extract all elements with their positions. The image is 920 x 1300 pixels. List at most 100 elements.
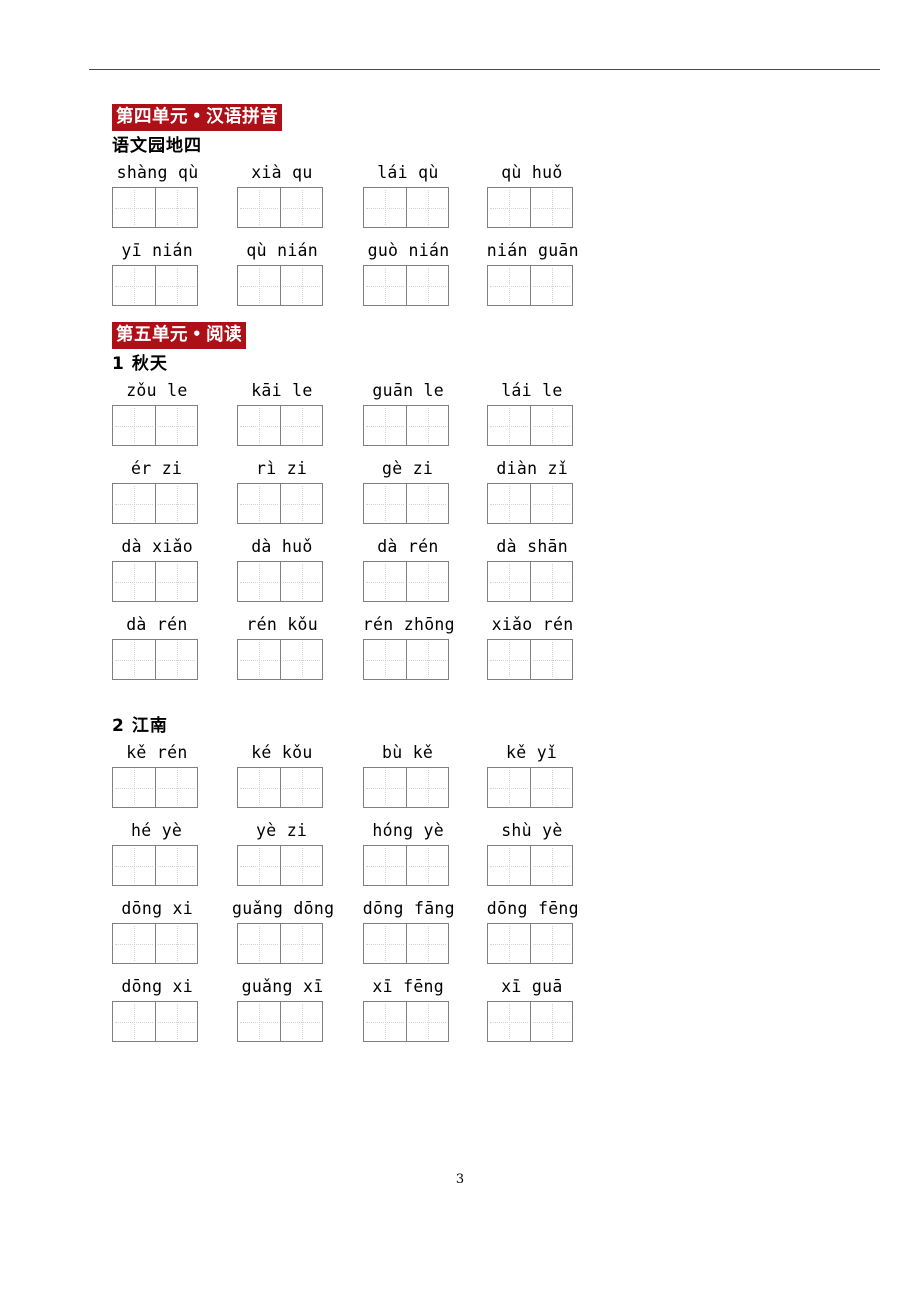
writing-box[interactable]	[112, 639, 198, 680]
writing-box-cell[interactable]	[280, 562, 322, 601]
writing-box[interactable]	[363, 187, 449, 228]
writing-box[interactable]	[237, 639, 323, 680]
writing-box-cell[interactable]	[406, 846, 448, 885]
writing-box-cell[interactable]	[406, 562, 448, 601]
writing-box-cell[interactable]	[530, 640, 572, 679]
writing-box[interactable]	[487, 1001, 573, 1042]
writing-box-cell[interactable]	[155, 562, 197, 601]
writing-box-cell[interactable]	[280, 484, 322, 523]
writing-box[interactable]	[487, 483, 573, 524]
writing-box-cell[interactable]	[488, 188, 530, 227]
writing-box[interactable]	[237, 923, 323, 964]
writing-box-cell[interactable]	[113, 484, 155, 523]
writing-box-cell[interactable]	[155, 924, 197, 963]
writing-box[interactable]	[487, 187, 573, 228]
writing-box-cell[interactable]	[406, 768, 448, 807]
writing-box-cell[interactable]	[113, 924, 155, 963]
writing-box-cell[interactable]	[113, 188, 155, 227]
writing-box[interactable]	[487, 405, 573, 446]
writing-box[interactable]	[363, 483, 449, 524]
writing-box[interactable]	[363, 639, 449, 680]
writing-box-cell[interactable]	[530, 846, 572, 885]
writing-box-cell[interactable]	[238, 188, 280, 227]
writing-box-cell[interactable]	[364, 768, 406, 807]
writing-box-cell[interactable]	[406, 406, 448, 445]
writing-box-cell[interactable]	[488, 484, 530, 523]
writing-box[interactable]	[363, 923, 449, 964]
writing-box-cell[interactable]	[406, 266, 448, 305]
writing-box-cell[interactable]	[530, 484, 572, 523]
writing-box-cell[interactable]	[238, 406, 280, 445]
writing-box[interactable]	[237, 561, 323, 602]
writing-box-cell[interactable]	[155, 768, 197, 807]
writing-box-cell[interactable]	[488, 1002, 530, 1041]
writing-box-cell[interactable]	[238, 484, 280, 523]
writing-box[interactable]	[487, 845, 573, 886]
writing-box-cell[interactable]	[364, 562, 406, 601]
writing-box[interactable]	[112, 483, 198, 524]
writing-box-cell[interactable]	[238, 924, 280, 963]
writing-box[interactable]	[112, 767, 198, 808]
writing-box-cell[interactable]	[280, 640, 322, 679]
writing-box[interactable]	[112, 561, 198, 602]
writing-box-cell[interactable]	[238, 846, 280, 885]
writing-box[interactable]	[237, 405, 323, 446]
writing-box-cell[interactable]	[530, 188, 572, 227]
writing-box-cell[interactable]	[280, 266, 322, 305]
writing-box-cell[interactable]	[113, 562, 155, 601]
writing-box-cell[interactable]	[488, 924, 530, 963]
writing-box[interactable]	[237, 265, 323, 306]
writing-box-cell[interactable]	[364, 924, 406, 963]
writing-box-cell[interactable]	[406, 1002, 448, 1041]
writing-box-cell[interactable]	[406, 188, 448, 227]
writing-box-cell[interactable]	[364, 188, 406, 227]
writing-box[interactable]	[363, 405, 449, 446]
writing-box-cell[interactable]	[280, 188, 322, 227]
writing-box-cell[interactable]	[238, 640, 280, 679]
writing-box[interactable]	[363, 1001, 449, 1042]
writing-box-cell[interactable]	[113, 768, 155, 807]
writing-box-cell[interactable]	[364, 266, 406, 305]
writing-box[interactable]	[487, 767, 573, 808]
writing-box[interactable]	[112, 923, 198, 964]
writing-box-cell[interactable]	[238, 266, 280, 305]
writing-box-cell[interactable]	[530, 924, 572, 963]
writing-box[interactable]	[363, 845, 449, 886]
writing-box-cell[interactable]	[113, 266, 155, 305]
writing-box-cell[interactable]	[488, 406, 530, 445]
writing-box-cell[interactable]	[113, 406, 155, 445]
writing-box[interactable]	[487, 923, 573, 964]
writing-box[interactable]	[487, 561, 573, 602]
writing-box-cell[interactable]	[364, 640, 406, 679]
writing-box-cell[interactable]	[406, 924, 448, 963]
writing-box-cell[interactable]	[155, 188, 197, 227]
writing-box-cell[interactable]	[238, 768, 280, 807]
writing-box-cell[interactable]	[488, 768, 530, 807]
writing-box-cell[interactable]	[155, 406, 197, 445]
writing-box[interactable]	[237, 845, 323, 886]
writing-box-cell[interactable]	[530, 562, 572, 601]
writing-box[interactable]	[363, 265, 449, 306]
writing-box-cell[interactable]	[280, 768, 322, 807]
writing-box-cell[interactable]	[113, 846, 155, 885]
writing-box-cell[interactable]	[530, 266, 572, 305]
writing-box[interactable]	[487, 265, 573, 306]
writing-box[interactable]	[112, 187, 198, 228]
writing-box-cell[interactable]	[280, 1002, 322, 1041]
writing-box-cell[interactable]	[155, 484, 197, 523]
writing-box-cell[interactable]	[406, 484, 448, 523]
writing-box-cell[interactable]	[155, 846, 197, 885]
writing-box-cell[interactable]	[364, 846, 406, 885]
writing-box-cell[interactable]	[530, 1002, 572, 1041]
writing-box-cell[interactable]	[488, 266, 530, 305]
writing-box-cell[interactable]	[530, 768, 572, 807]
writing-box-cell[interactable]	[238, 562, 280, 601]
writing-box-cell[interactable]	[155, 640, 197, 679]
writing-box[interactable]	[112, 1001, 198, 1042]
writing-box-cell[interactable]	[364, 406, 406, 445]
writing-box[interactable]	[237, 483, 323, 524]
writing-box-cell[interactable]	[488, 846, 530, 885]
writing-box[interactable]	[487, 639, 573, 680]
writing-box[interactable]	[112, 845, 198, 886]
writing-box-cell[interactable]	[113, 640, 155, 679]
